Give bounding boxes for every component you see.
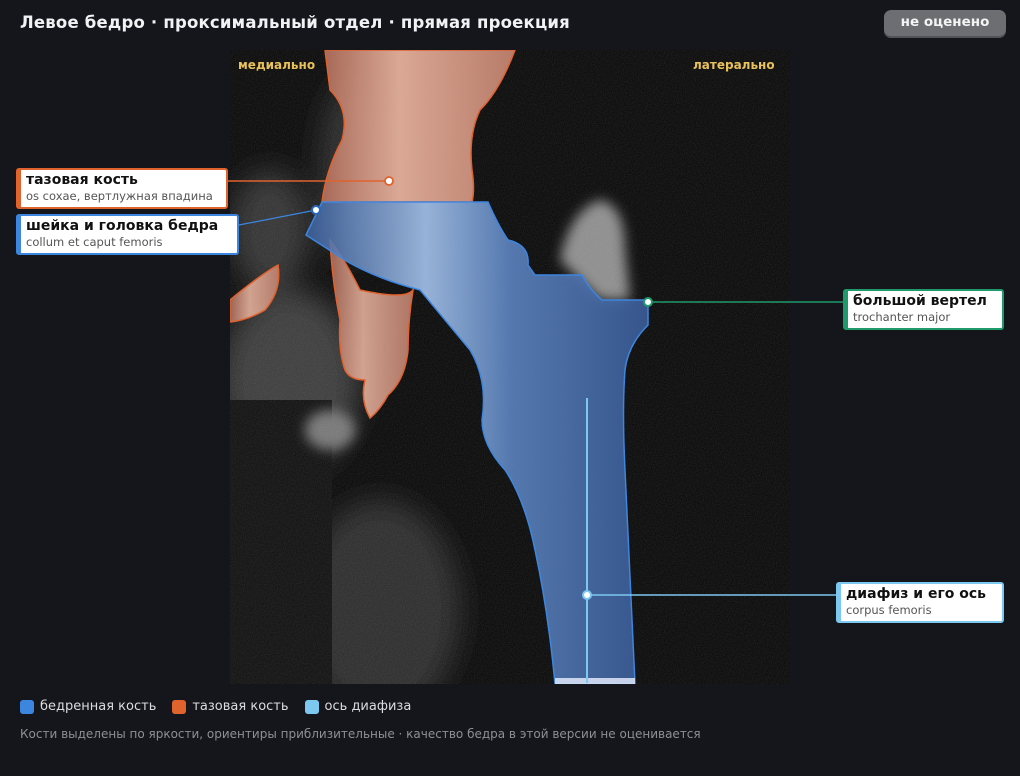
xray-image[interactable]: [230, 50, 790, 684]
callout-greater-trochanter[interactable]: большой вертел trochanter major: [843, 289, 1004, 330]
orientation-lateral-label: латерально: [693, 58, 775, 72]
callout-femoral-neck[interactable]: шейка и головка бедра collum et caput fe…: [16, 214, 239, 255]
callout-shaft-sublabel: corpus femoris: [846, 603, 932, 617]
callout-pelvis-label: тазовая кость: [26, 172, 138, 188]
legend-label-shaft-axis: ось диафиза: [324, 699, 412, 714]
callout-femoral-neck-label: шейка и головка бедра: [26, 218, 219, 234]
footnote: Кости выделены по яркости, ориентиры при…: [20, 727, 701, 741]
callout-pelvis-sublabel: os coxae, вертлужная впадина: [26, 189, 213, 203]
page-title: Левое бедро · проксимальный отдел · прям…: [20, 13, 570, 32]
legend-label-femur: бедренная кость: [40, 699, 157, 714]
legend: бедренная кость тазовая кость ось диафиз…: [20, 699, 411, 714]
legend-item-shaft-axis[interactable]: ось диафиза: [304, 699, 412, 714]
callout-shaft[interactable]: диафиз и его ось corpus femoris: [836, 582, 1004, 623]
orientation-medial-label: медиально: [238, 58, 316, 72]
legend-item-pelvis[interactable]: тазовая кость: [172, 699, 289, 714]
callout-femoral-neck-sublabel: collum et caput femoris: [26, 235, 163, 249]
legend-label-pelvis: тазовая кость: [192, 699, 289, 714]
callout-pelvis[interactable]: тазовая кость os coxae, вертлужная впади…: [16, 168, 228, 209]
callout-trochanter-sublabel: trochanter major: [853, 310, 951, 324]
status-badge[interactable]: не оценено: [884, 10, 1006, 38]
legend-item-femur[interactable]: бедренная кость: [20, 699, 156, 714]
legend-swatch-pelvis: [172, 699, 187, 714]
legend-swatch-femur: [20, 699, 34, 714]
callout-trochanter-label: большой вертел: [853, 293, 987, 309]
callout-shaft-label: диафиз и его ось: [846, 586, 987, 602]
legend-swatch-shaft-axis: [304, 699, 319, 714]
